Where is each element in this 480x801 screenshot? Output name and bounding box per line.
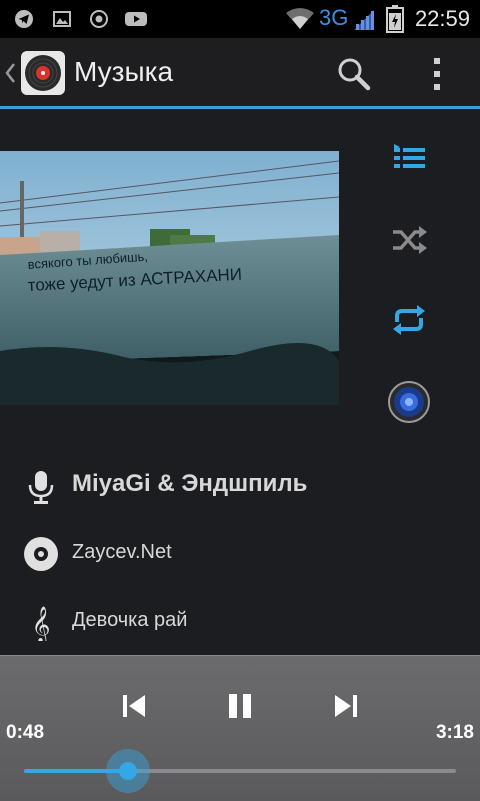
microphone-icon [28,471,54,504]
treble-clef-icon: 𝄞 [32,605,51,641]
album-cover: всякого ты любишь, тоже уедут из АСТРАХА… [0,151,339,405]
elapsed-time: 0:48 [6,722,45,743]
equalizer-speaker-icon[interactable] [385,378,433,426]
action-bar: Музыка [0,38,480,109]
disc-icon [24,537,58,571]
cover-image: всякого ты любишь, тоже уедут из АСТРАХА… [0,151,339,405]
artist-name: MiyaGi & Эндшпиль [72,470,308,497]
repeat-icon[interactable] [385,296,433,344]
overflow-menu-icon[interactable] [430,56,444,92]
previous-icon[interactable] [114,686,154,726]
page-title: Музыка [74,56,174,87]
image-notification-icon [53,11,71,27]
telegram-icon [15,10,33,28]
title-row: 𝄞 Девочка рай [0,597,480,647]
back-chevron-icon[interactable] [4,62,16,84]
pause-icon[interactable] [220,686,260,726]
app-logo-icon[interactable] [20,50,66,96]
wifi-icon [286,8,314,29]
album-name: Zaycev.Net [72,541,172,563]
search-icon[interactable] [336,56,372,92]
seek-thumb[interactable] [118,762,137,780]
signal-icon [354,10,374,30]
artist-row: MiyaGi & Эндшпиль [0,462,480,512]
clock: 22:59 [414,6,470,31]
album-row: Zaycev.Net [0,529,480,579]
total-duration: 3:18 [435,722,474,743]
shuffle-icon[interactable] [385,216,433,264]
svg-text:𝄞: 𝄞 [32,605,51,641]
player-controls: 0:48 3:18 [0,655,480,801]
youtube-icon [125,12,147,26]
status-bar: 3G 22:59 [0,0,480,38]
network-type-label: 3G [319,5,349,30]
seek-bar[interactable] [24,749,456,793]
record-icon [90,10,108,28]
battery-icon [386,5,404,33]
playlist-icon[interactable] [385,136,433,184]
track-title: Девочка рай [72,609,188,631]
next-icon[interactable] [326,686,366,726]
